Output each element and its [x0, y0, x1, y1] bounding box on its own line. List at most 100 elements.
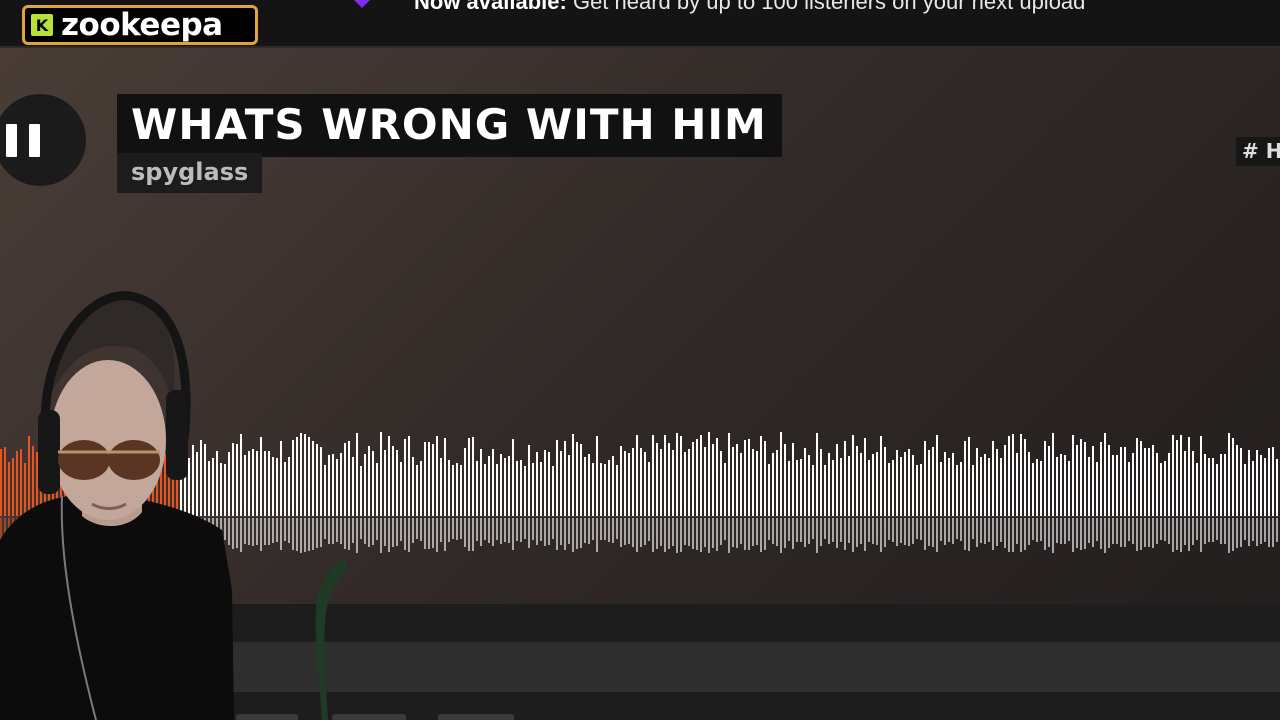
- waveform-reflection: [808, 518, 810, 544]
- waveform-bar: [864, 438, 866, 516]
- waveform-reflection: [540, 518, 542, 541]
- announcement-banner[interactable]: Now available: Get heard by up to 100 li…: [414, 0, 1085, 15]
- waveform-bar: [412, 457, 414, 516]
- waveform-bar: [432, 444, 434, 516]
- waveform-bar: [948, 458, 950, 516]
- waveform-bar: [892, 460, 894, 516]
- waveform-bar: [340, 453, 342, 516]
- footer-tab[interactable]: [236, 714, 298, 720]
- waveform-bar: [268, 451, 270, 516]
- waveform-bar: [660, 449, 662, 516]
- waveform-reflection: [1276, 518, 1278, 542]
- waveform-bar: [808, 455, 810, 516]
- waveform-reflection: [780, 518, 782, 553]
- waveform-bar: [724, 463, 726, 516]
- waveform-reflection: [432, 518, 434, 548]
- waveform-reflection: [604, 518, 606, 540]
- waveform-bar: [560, 451, 562, 516]
- waveform-reflection: [660, 518, 662, 546]
- waveform-reflection: [600, 518, 602, 540]
- waveform-bar: [712, 444, 714, 516]
- waveform-bar: [568, 455, 570, 516]
- waveform-reflection: [1116, 518, 1118, 544]
- waveform-reflection: [276, 518, 278, 542]
- waveform-reflection: [292, 518, 294, 550]
- zookeepa-logo[interactable]: K zookeepa: [22, 5, 258, 45]
- waveform-reflection: [368, 518, 370, 547]
- waveform-bar: [736, 444, 738, 516]
- waveform-bar: [248, 451, 250, 516]
- waveform-reflection: [500, 518, 502, 544]
- waveform-reflection: [632, 518, 634, 547]
- waveform-reflection: [856, 518, 858, 547]
- waveform-bar: [1248, 450, 1250, 516]
- waveform-reflection: [312, 518, 314, 550]
- waveform-bar: [1172, 435, 1174, 516]
- waveform-reflection: [556, 518, 558, 550]
- waveform-reflection: [464, 518, 466, 547]
- waveform-reflection: [892, 518, 894, 542]
- waveform-reflection: [1180, 518, 1182, 552]
- waveform-bar: [328, 455, 330, 516]
- waveform-reflection: [568, 518, 570, 544]
- waveform-bar: [584, 457, 586, 516]
- waveform-bar: [696, 439, 698, 516]
- waveform-bar: [668, 443, 670, 516]
- footer-tab[interactable]: [438, 714, 514, 720]
- waveform-reflection: [880, 518, 882, 552]
- waveform-reflection: [1168, 518, 1170, 544]
- waveform-bar: [1232, 438, 1234, 516]
- waveform-reflection: [1060, 518, 1062, 544]
- waveform-reflection: [340, 518, 342, 544]
- waveform-reflection: [1108, 518, 1110, 548]
- waveform-bar: [272, 457, 274, 516]
- waveform-bar: [1056, 457, 1058, 516]
- waveform-bar: [776, 450, 778, 516]
- waveform-reflection: [436, 518, 438, 552]
- waveform-reflection: [1032, 518, 1034, 540]
- waveform-bar: [788, 461, 790, 516]
- waveform-bar: [752, 449, 754, 516]
- waveform-bar: [252, 449, 254, 516]
- waveform-bar: [976, 448, 978, 516]
- waveform-reflection: [1224, 518, 1226, 544]
- hashtag-tag[interactable]: # H: [1236, 137, 1280, 166]
- waveform-bar: [1060, 454, 1062, 516]
- waveform-reflection: [516, 518, 518, 541]
- waveform-reflection: [1100, 518, 1102, 549]
- waveform-bar: [256, 451, 258, 516]
- waveform-bar: [984, 454, 986, 516]
- waveform-bar: [520, 460, 522, 516]
- waveform-bar: [384, 450, 386, 516]
- waveform-bar: [316, 444, 318, 516]
- waveform-reflection: [444, 518, 446, 551]
- waveform-bar: [992, 441, 994, 516]
- waveform-reflection: [420, 518, 422, 541]
- waveform-reflection: [1088, 518, 1090, 543]
- waveform-reflection: [1120, 518, 1122, 547]
- waveform-bar: [676, 433, 678, 516]
- pause-button[interactable]: [0, 94, 86, 186]
- waveform-bar: [464, 448, 466, 516]
- waveform-bar: [540, 462, 542, 516]
- waveform-bar: [672, 450, 674, 516]
- waveform-bar: [1068, 461, 1070, 516]
- waveform-reflection: [492, 518, 494, 546]
- waveform-bar: [944, 452, 946, 516]
- waveform-reflection: [284, 518, 286, 541]
- waveform-bar: [308, 437, 310, 516]
- waveform-bar: [960, 462, 962, 516]
- waveform-bar: [460, 465, 462, 516]
- waveform-bar: [1180, 435, 1182, 516]
- waveform-bar: [428, 442, 430, 516]
- waveform-bar: [1100, 442, 1102, 516]
- waveform-bar: [496, 464, 498, 516]
- waveform-reflection: [1008, 518, 1010, 552]
- waveform-bar: [912, 455, 914, 516]
- artist-name[interactable]: spyglass: [117, 153, 263, 193]
- waveform-bar: [1160, 463, 1162, 516]
- waveform-bar: [656, 443, 658, 516]
- waveform-bar: [792, 443, 794, 516]
- waveform-reflection: [824, 518, 826, 539]
- waveform-reflection: [844, 518, 846, 550]
